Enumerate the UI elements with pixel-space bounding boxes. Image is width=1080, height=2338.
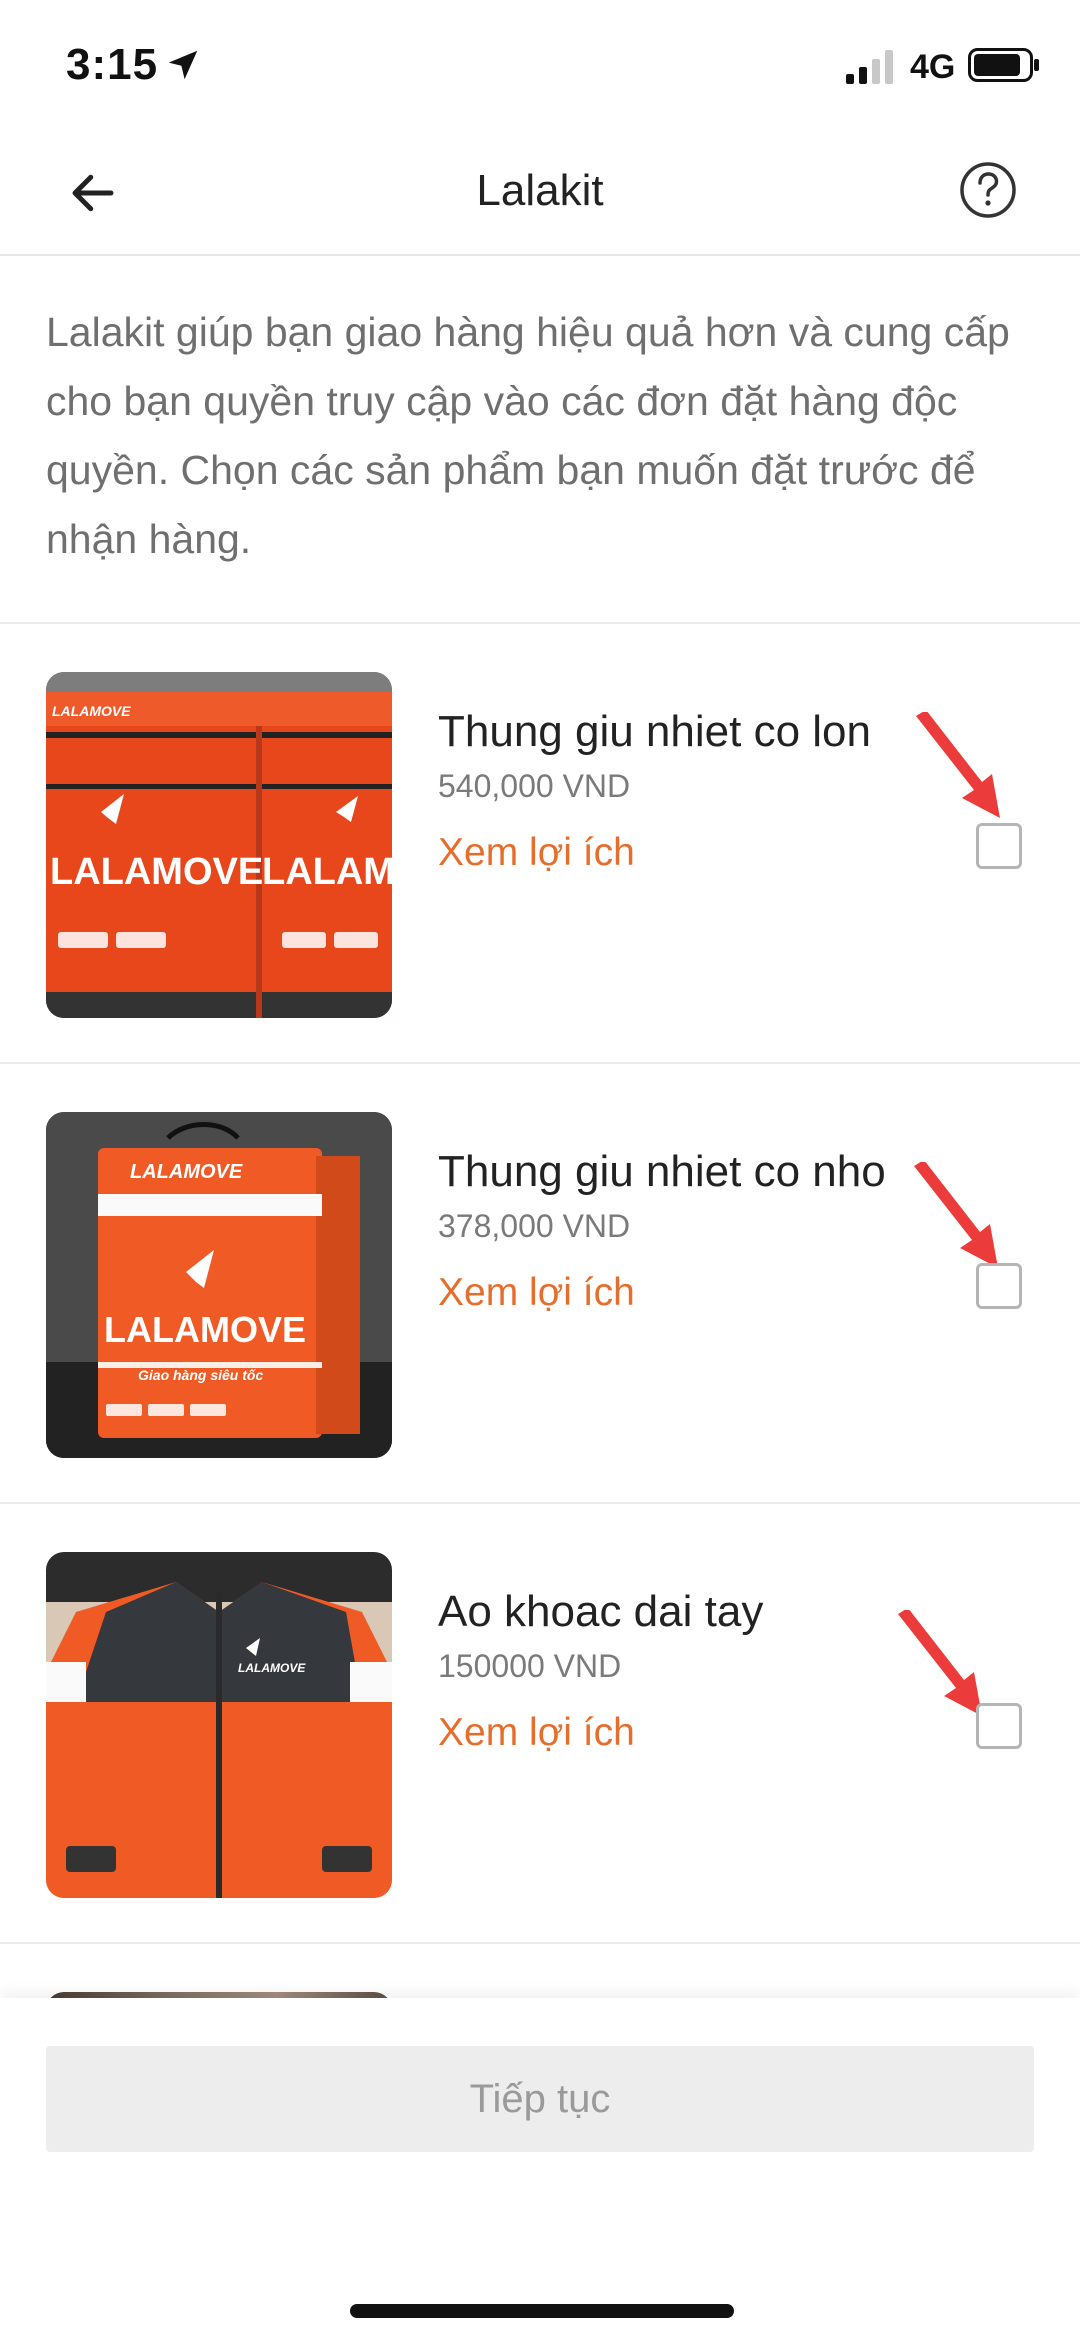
annotation-arrow-icon bbox=[898, 1610, 982, 1716]
page-title: Lalakit bbox=[476, 166, 604, 215]
product-price: 540,000 VND bbox=[438, 768, 631, 804]
battery-icon bbox=[968, 48, 1039, 82]
product-checkbox[interactable] bbox=[976, 1703, 1022, 1749]
intro-description: Lalakit giúp bạn giao hàng hiệu quả hơn … bbox=[46, 309, 1010, 562]
view-benefits-link[interactable]: Xem lợi ích bbox=[438, 828, 978, 878]
location-arrow-icon bbox=[168, 50, 198, 80]
product-row: LALAMOVE Ao khoac dai tay 150000 VND Xem… bbox=[0, 1504, 1080, 1944]
product-image-jacket: LALAMOVE bbox=[46, 1552, 392, 1898]
status-bar: 3:15 4G bbox=[0, 0, 1080, 130]
product-image-small-box: LALAMOVE LALAMOVE Giao hàng siêu tốc bbox=[46, 1112, 392, 1458]
product-image-large-box: LALAMOVE LALAMOVE LALAMOVE bbox=[46, 672, 392, 1018]
product-checkbox[interactable] bbox=[976, 823, 1022, 869]
product-name: Thung giu nhiet co nho bbox=[438, 1147, 886, 1196]
image-brand-text: LALAMOVE bbox=[262, 851, 392, 893]
annotation-arrow-icon bbox=[914, 1162, 998, 1268]
product-price: 378,000 VND bbox=[438, 1208, 631, 1244]
product-name: Thung giu nhiet co lon bbox=[438, 707, 871, 756]
annotation-arrow-icon bbox=[916, 712, 1000, 818]
image-tagline-text: Giao hàng siêu tốc bbox=[138, 1367, 263, 1383]
app-header: Lalakit bbox=[0, 130, 1080, 256]
product-info: Thung giu nhiet co lon 540,000 VND Xem l… bbox=[438, 704, 978, 878]
image-brand-text: LALAMOVE bbox=[130, 1161, 243, 1183]
continue-button[interactable]: Tiếp tục bbox=[46, 2046, 1034, 2152]
image-brand-text: LALAMOVE bbox=[238, 1661, 306, 1675]
image-brand-text: LALAMOVE bbox=[104, 1309, 306, 1350]
product-row: LALAMOVE LALAMOVE LALAMOVE Thung giu nhi… bbox=[0, 624, 1080, 1064]
product-row: LALAMOVE LALAMOVE Giao hàng siêu tốc Thu… bbox=[0, 1064, 1080, 1504]
network-label: 4G bbox=[910, 48, 956, 86]
image-brand-text: LALAMOVE bbox=[50, 851, 263, 893]
product-info: Thung giu nhiet co nho 378,000 VND Xem l… bbox=[438, 1144, 978, 1318]
view-benefits-link[interactable]: Xem lợi ích bbox=[438, 1268, 978, 1318]
home-indicator bbox=[350, 2304, 734, 2318]
image-brand-text: LALAMOVE bbox=[52, 703, 131, 719]
product-checkbox[interactable] bbox=[976, 1263, 1022, 1309]
help-icon[interactable] bbox=[958, 160, 1018, 220]
footer-bar: Tiếp tục bbox=[0, 1998, 1080, 2338]
status-time: 3:15 bbox=[66, 40, 159, 89]
signal-icon bbox=[846, 50, 893, 84]
